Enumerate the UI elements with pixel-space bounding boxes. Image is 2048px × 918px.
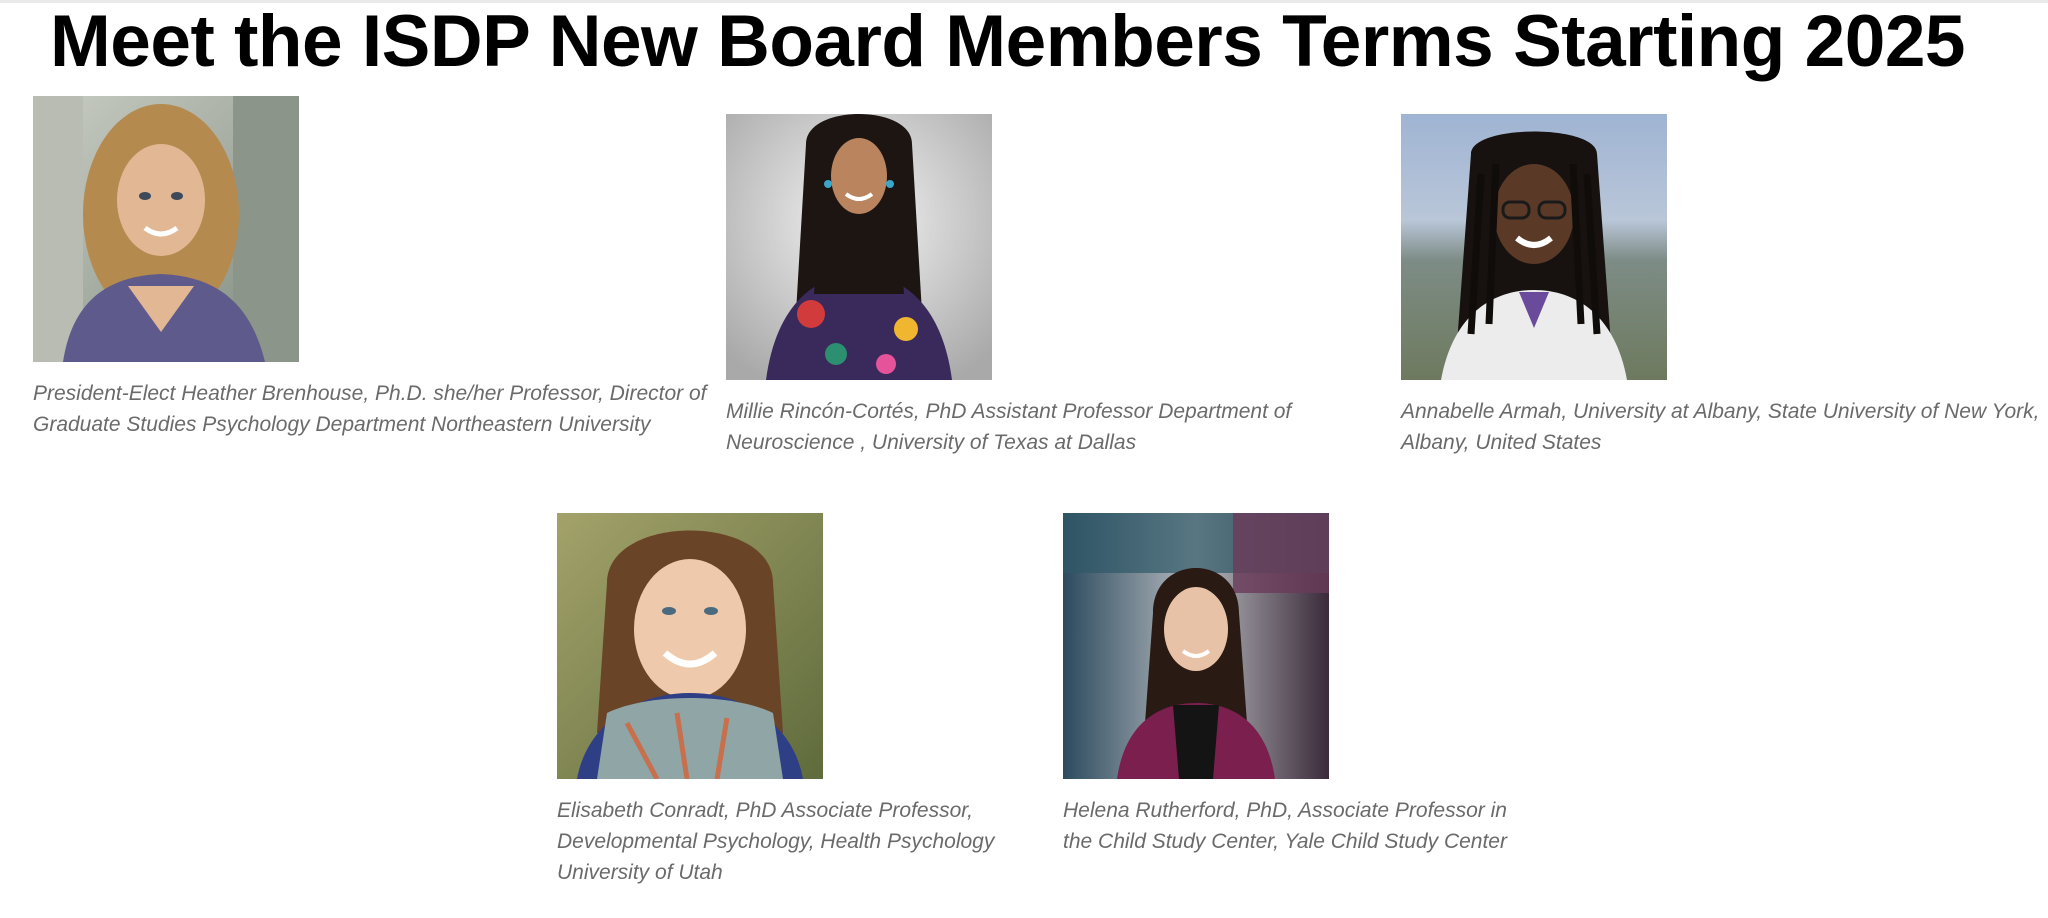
portrait-image [1063,513,1329,779]
member-photo [1063,513,1329,779]
page-title: Meet the ISDP New Board Members Terms St… [50,1,1966,82]
member-photo [726,114,992,380]
member-caption: Helena Rutherford, PhD, Associate Profes… [1063,799,1507,853]
member-caption: President-Elect Heather Brenhouse, Ph.D.… [33,382,707,436]
member-caption: Millie Rincón-Cortés, PhD Assistant Prof… [726,400,1292,454]
portrait-image [557,513,823,779]
member-photo [33,96,299,362]
portrait-image [726,114,992,380]
member-caption: Elisabeth Conradt, PhD Associate Profess… [557,799,995,884]
portrait-image [1401,114,1667,380]
member-photo [557,513,823,779]
portrait-image [33,96,299,362]
member-caption: Annabelle Armah, University at Albany, S… [1401,400,2040,454]
member-photo [1401,114,1667,380]
